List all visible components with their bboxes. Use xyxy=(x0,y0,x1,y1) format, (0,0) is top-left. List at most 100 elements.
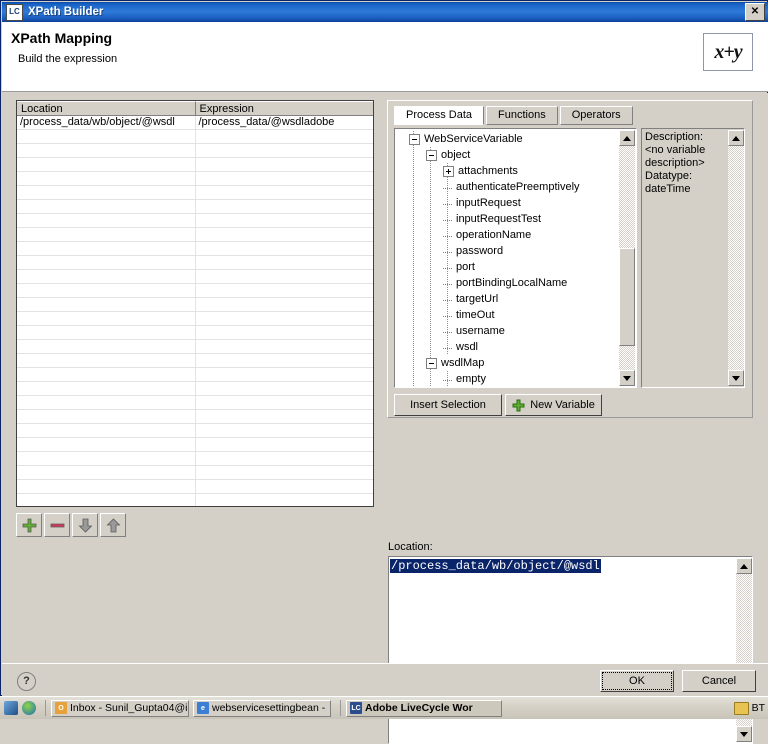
tree-node[interactable]: empty xyxy=(395,371,619,387)
tree-node[interactable]: timeOut xyxy=(395,307,619,323)
ok-button[interactable]: OK xyxy=(600,670,674,692)
cell-expression[interactable] xyxy=(196,354,374,367)
cell-expression[interactable] xyxy=(196,438,374,451)
cell-location[interactable] xyxy=(17,452,196,465)
cell-location[interactable] xyxy=(17,382,196,395)
table-row[interactable] xyxy=(17,480,373,494)
desc-scroll-down-icon[interactable] xyxy=(728,370,744,386)
cell-expression[interactable] xyxy=(196,144,374,157)
cell-location[interactable] xyxy=(17,130,196,143)
table-row[interactable] xyxy=(17,256,373,270)
location-scroll-down-icon[interactable] xyxy=(736,726,752,742)
cell-location[interactable] xyxy=(17,354,196,367)
table-row[interactable] xyxy=(17,396,373,410)
cell-location[interactable] xyxy=(17,480,196,493)
cancel-button[interactable]: Cancel xyxy=(682,670,756,692)
table-row[interactable] xyxy=(17,186,373,200)
table-row[interactable] xyxy=(17,144,373,158)
cell-expression[interactable] xyxy=(196,382,374,395)
cell-location[interactable] xyxy=(17,242,196,255)
cell-expression[interactable] xyxy=(196,172,374,185)
cell-expression[interactable] xyxy=(196,466,374,479)
cell-location[interactable] xyxy=(17,340,196,353)
tree-scrollbar[interactable] xyxy=(619,130,635,386)
taskbar-item[interactable]: LC Adobe LiveCycle Wor xyxy=(346,699,502,717)
cell-expression[interactable] xyxy=(196,480,374,493)
tree-node-label[interactable]: password xyxy=(455,243,503,259)
table-row[interactable] xyxy=(17,354,373,368)
table-row[interactable] xyxy=(17,368,373,382)
location-value[interactable]: /process_data/wb/object/@wsdl xyxy=(390,559,601,573)
taskbar-item[interactable]: O Inbox - Sunil_Gupta04@i xyxy=(51,699,189,717)
tree-node[interactable]: authenticatePreemptively xyxy=(395,179,619,195)
tree-node-label[interactable]: username xyxy=(455,323,505,339)
taskbar-item[interactable]: e webservicesettingbean - xyxy=(193,699,331,717)
tree-node[interactable]: inputRequestTest xyxy=(395,211,619,227)
table-row[interactable] xyxy=(17,270,373,284)
cell-expression[interactable] xyxy=(196,186,374,199)
cell-expression[interactable] xyxy=(196,256,374,269)
cell-expression[interactable] xyxy=(196,452,374,465)
tree-node[interactable]: password xyxy=(395,243,619,259)
cell-location[interactable] xyxy=(17,200,196,213)
cell-expression[interactable] xyxy=(196,410,374,423)
desc-scroll-track[interactable] xyxy=(728,146,744,370)
tree-node-label[interactable]: operationName xyxy=(455,227,531,243)
mapping-table[interactable]: Location Expression /process_data/wb/obj… xyxy=(16,100,374,507)
location-scroll-up-icon[interactable] xyxy=(736,558,752,574)
tree-node[interactable]: targetUrl xyxy=(395,291,619,307)
cell-location[interactable] xyxy=(17,396,196,409)
table-row[interactable] xyxy=(17,228,373,242)
cell-location[interactable] xyxy=(17,368,196,381)
tree-node-label[interactable]: object xyxy=(440,147,470,163)
tree-node-label[interactable]: authenticatePreemptively xyxy=(455,179,580,195)
cell-expression[interactable] xyxy=(196,284,374,297)
cell-location[interactable] xyxy=(17,424,196,437)
cell-expression[interactable] xyxy=(196,326,374,339)
table-row[interactable] xyxy=(17,466,373,480)
table-row[interactable] xyxy=(17,424,373,438)
cell-location[interactable] xyxy=(17,270,196,283)
table-row[interactable] xyxy=(17,438,373,452)
tree-node-label[interactable]: wsdl xyxy=(455,339,478,355)
process-data-tree[interactable]: WebServiceVariable object attachments authe… xyxy=(394,128,637,388)
table-row[interactable] xyxy=(17,340,373,354)
tree-node-label[interactable]: inputRequest xyxy=(455,195,521,211)
cell-location[interactable] xyxy=(17,466,196,479)
cell-expression[interactable] xyxy=(196,494,374,506)
cell-location[interactable] xyxy=(17,284,196,297)
scroll-down-icon[interactable] xyxy=(619,370,635,386)
tab-functions[interactable]: Functions xyxy=(486,106,558,125)
folder-icon[interactable] xyxy=(733,701,749,715)
cell-location[interactable] xyxy=(17,186,196,199)
table-row[interactable] xyxy=(17,298,373,312)
cell-location[interactable] xyxy=(17,438,196,451)
cell-location[interactable] xyxy=(17,144,196,157)
expand-icon[interactable] xyxy=(443,165,454,177)
cell-expression[interactable] xyxy=(196,158,374,171)
desktop-icon[interactable] xyxy=(4,701,18,715)
tree-node[interactable]: operationName xyxy=(395,227,619,243)
browser-icon[interactable] xyxy=(22,701,36,715)
table-row[interactable] xyxy=(17,410,373,424)
cell-location[interactable] xyxy=(17,214,196,227)
tree-node-label[interactable]: inputRequestTest xyxy=(455,211,541,227)
cell-expression[interactable] xyxy=(196,340,374,353)
add-row-button[interactable] xyxy=(16,513,42,537)
cell-expression[interactable] xyxy=(196,396,374,409)
table-row[interactable] xyxy=(17,326,373,340)
cell-expression[interactable] xyxy=(196,312,374,325)
cell-expression[interactable] xyxy=(196,228,374,241)
scroll-up-icon[interactable] xyxy=(619,130,635,146)
help-icon[interactable]: ? xyxy=(17,672,36,691)
tree-node-label[interactable]: targetUrl xyxy=(455,291,498,307)
tree-node[interactable]: username xyxy=(395,323,619,339)
collapse-icon[interactable] xyxy=(426,149,437,161)
cell-location[interactable] xyxy=(17,158,196,171)
move-up-button[interactable] xyxy=(100,513,126,537)
cell-expression[interactable] xyxy=(196,214,374,227)
collapse-icon[interactable] xyxy=(426,357,437,369)
table-row[interactable] xyxy=(17,312,373,326)
cell-expression[interactable] xyxy=(196,130,374,143)
cell-location[interactable]: /process_data/wb/object/@wsdl xyxy=(17,116,196,129)
